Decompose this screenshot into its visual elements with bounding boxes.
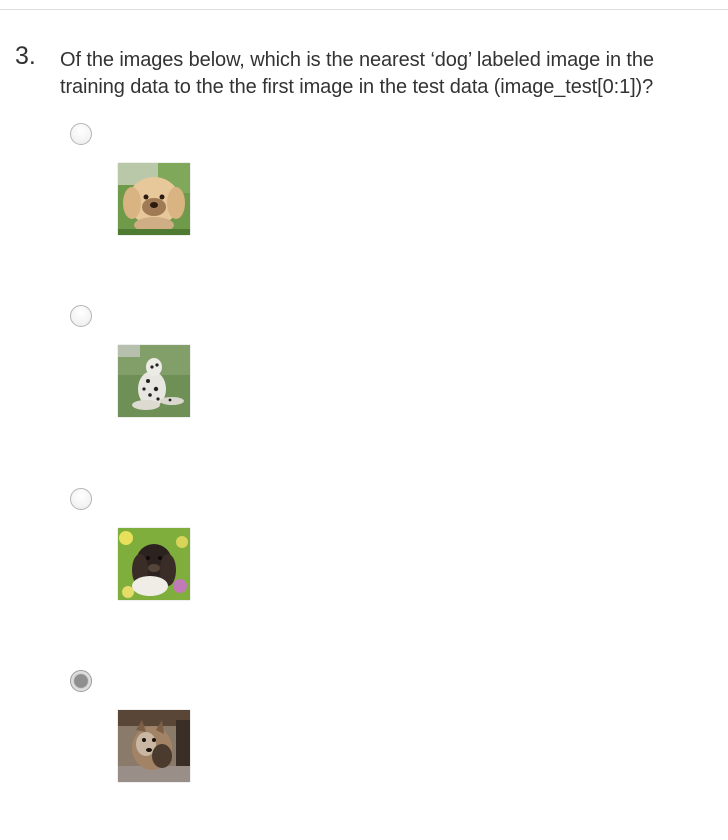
dog-image-option-4 — [118, 710, 190, 782]
answer-option-1[interactable] — [0, 123, 728, 293]
top-divider — [0, 9, 728, 10]
radio-option-2[interactable] — [70, 305, 92, 327]
answer-option-2[interactable] — [0, 305, 728, 475]
answer-option-3[interactable] — [0, 488, 728, 658]
answer-option-4[interactable] — [0, 670, 728, 840]
question-text-line-2: training data to the the first image in … — [60, 76, 654, 98]
question-number: 3. — [15, 42, 36, 70]
dog-image-option-1 — [118, 163, 190, 235]
dog-image-option-3 — [118, 528, 190, 600]
question-text: Of the images below, which is the neares… — [60, 47, 728, 101]
radio-option-4-selected[interactable] — [70, 670, 92, 692]
question-text-line-1: Of the images below, which is the neares… — [60, 49, 654, 71]
dog-image-option-2 — [118, 345, 190, 417]
radio-option-1[interactable] — [70, 123, 92, 145]
radio-option-3[interactable] — [70, 488, 92, 510]
